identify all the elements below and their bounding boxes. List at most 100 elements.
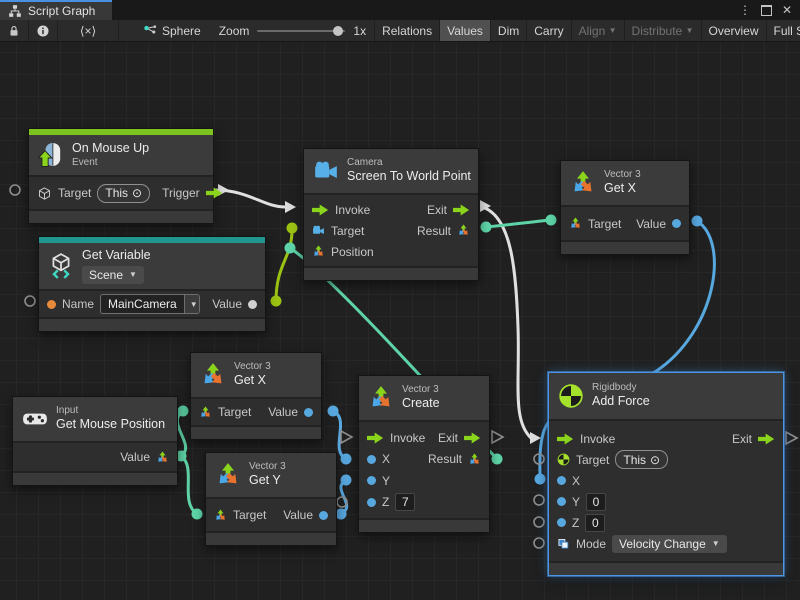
port-addforce-mode[interactable] <box>534 538 544 548</box>
vector3-port-icon[interactable] <box>199 406 212 419</box>
node-title: Create <box>402 396 440 412</box>
graph-reference[interactable]: Sphere <box>133 20 211 41</box>
node-category: Vector 3 <box>249 461 286 474</box>
full-screen-button[interactable]: Full Screen <box>767 20 800 41</box>
wire-mousepos-to-gety-target[interactable] <box>181 456 197 514</box>
float-port[interactable] <box>672 219 681 228</box>
wire-result-to-getx-target[interactable] <box>486 220 551 227</box>
port-create-invoke[interactable] <box>341 431 352 443</box>
vector3-port-icon[interactable] <box>457 224 470 237</box>
dim-button[interactable]: Dim <box>491 20 527 41</box>
y-value-input[interactable]: 0 <box>586 493 606 511</box>
zoom-slider-knob[interactable] <box>333 26 343 36</box>
node-header: Rigidbody Add Force <box>549 373 783 419</box>
exit-port-icon[interactable] <box>464 432 481 444</box>
z-value-input[interactable]: 0 <box>585 514 605 532</box>
values-button[interactable]: Values <box>440 20 491 41</box>
float-port[interactable] <box>367 476 376 485</box>
dot-camera-result[interactable] <box>481 222 492 233</box>
port-addforce-z[interactable] <box>534 517 544 527</box>
node-create-vector3[interactable]: Vector 3 Create Invoke Exit X Result <box>358 375 490 533</box>
dot-gety-value[interactable] <box>336 509 347 520</box>
node-get-y[interactable]: Vector 3 Get Y Target Value <box>205 452 337 546</box>
tab-script-graph[interactable]: Script Graph <box>0 0 112 20</box>
camera-port-icon[interactable] <box>312 224 325 237</box>
wire-trigger-to-invoke[interactable] <box>214 190 286 207</box>
node-get-variable[interactable]: Get Variable Scene▼ Name MainCamera▼ Val… <box>38 236 266 332</box>
dot-gety-target[interactable] <box>192 509 203 520</box>
node-add-force[interactable]: Rigidbody Add Force Invoke Exit Target T… <box>548 372 784 576</box>
carry-button[interactable]: Carry <box>527 20 571 41</box>
float-port[interactable] <box>557 518 566 527</box>
overview-button[interactable]: Overview <box>702 20 767 41</box>
vector3-port-icon[interactable] <box>569 217 582 230</box>
port-onmouseup-target[interactable] <box>10 185 20 195</box>
wire-exit-to-addforce-invoke[interactable] <box>485 208 531 438</box>
vector3-port-icon[interactable] <box>468 453 481 466</box>
variable-name-dropdown[interactable]: MainCamera▼ <box>100 294 200 314</box>
dot-getxtop-value[interactable] <box>692 216 703 227</box>
align-button[interactable]: Align ▼ <box>572 20 625 41</box>
dot-create-x[interactable] <box>341 454 352 465</box>
float-port[interactable] <box>557 476 566 485</box>
port-addforce-y[interactable] <box>534 495 544 505</box>
float-port[interactable] <box>367 455 376 464</box>
close-icon[interactable]: ✕ <box>782 4 792 16</box>
dot-camera-target[interactable] <box>287 223 298 234</box>
port-getvariable-name[interactable] <box>25 296 35 306</box>
dot-create-result[interactable] <box>492 454 503 465</box>
wire-variable-to-camera-target[interactable] <box>276 230 292 301</box>
port-create-exit[interactable] <box>492 431 503 443</box>
dot-getxmid-value[interactable] <box>328 406 339 417</box>
dot-getxtop-target[interactable] <box>546 215 557 226</box>
info-button[interactable] <box>29 20 58 41</box>
exit-port-icon[interactable] <box>758 433 775 445</box>
node-screen-to-world-point[interactable]: Camera Screen To World Point Invoke Exit… <box>303 148 479 281</box>
wire-mousepos-to-getx-target[interactable] <box>177 411 185 456</box>
rigidbody-port-icon[interactable] <box>557 453 570 466</box>
variable-scope-dropdown[interactable]: Scene▼ <box>82 266 144 284</box>
dot-getvariable-value[interactable] <box>271 296 282 307</box>
invoke-port-icon[interactable] <box>367 432 384 444</box>
mode-dropdown[interactable]: Velocity Change▼ <box>612 535 727 553</box>
string-port[interactable] <box>47 300 56 309</box>
relations-button[interactable]: Relations <box>375 20 440 41</box>
object-port[interactable] <box>248 300 257 309</box>
graph-canvas[interactable]: On Mouse Up Event Target This⊙ Trigger <box>0 42 800 600</box>
lock-button[interactable] <box>0 20 29 41</box>
flow-marker-in-camera-invoke[interactable] <box>285 201 296 213</box>
target-self-picker[interactable]: This⊙ <box>97 184 150 203</box>
menu-icon[interactable]: ⋮ <box>739 4 751 16</box>
node-get-x-top[interactable]: Vector 3 Get X Target Value <box>560 160 690 255</box>
maximize-icon[interactable] <box>761 5 772 16</box>
float-port[interactable] <box>557 497 566 506</box>
window-controls: ⋮ ✕ <box>739 0 800 20</box>
invoke-port-icon[interactable] <box>312 204 329 216</box>
node-on-mouse-up[interactable]: On Mouse Up Event Target This⊙ Trigger <box>28 128 214 224</box>
vector3-port-icon[interactable] <box>312 245 325 258</box>
object-picker-icon: ⊙ <box>650 453 660 467</box>
z-value-input[interactable]: 7 <box>395 493 415 511</box>
dot-addforce-x[interactable] <box>535 474 546 485</box>
invoke-port-icon[interactable] <box>557 433 574 445</box>
target-self-picker[interactable]: This⊙ <box>615 450 668 469</box>
float-port[interactable] <box>319 511 328 520</box>
vector3-port-icon[interactable] <box>156 451 169 464</box>
zoom-slider[interactable] <box>257 30 345 32</box>
dot-create-y[interactable] <box>341 475 352 486</box>
script-graph-window: Script Graph ⋮ ✕ ⟨×⟩ Sphere Zoom 1x Rela… <box>0 0 800 600</box>
flow-port-icon[interactable] <box>206 187 223 199</box>
flow-marker-in-addforce-invoke[interactable] <box>530 432 541 444</box>
distribute-button[interactable]: Distribute ▼ <box>625 20 702 41</box>
port-addforce-exit[interactable] <box>786 432 797 444</box>
float-port[interactable] <box>367 498 376 507</box>
vector3-port-icon[interactable] <box>214 509 227 522</box>
node-get-x-mid[interactable]: Vector 3 Get X Target Value <box>190 352 322 440</box>
dot-camera-position[interactable] <box>285 243 296 254</box>
exit-port-icon[interactable] <box>453 204 470 216</box>
enum-port-icon[interactable] <box>557 537 570 550</box>
code-view-button[interactable]: ⟨×⟩ <box>58 20 119 41</box>
float-port[interactable] <box>304 408 313 417</box>
dot-getxmid-target[interactable] <box>178 406 189 417</box>
node-get-mouse-position[interactable]: Input Get Mouse Position Value <box>12 396 178 486</box>
